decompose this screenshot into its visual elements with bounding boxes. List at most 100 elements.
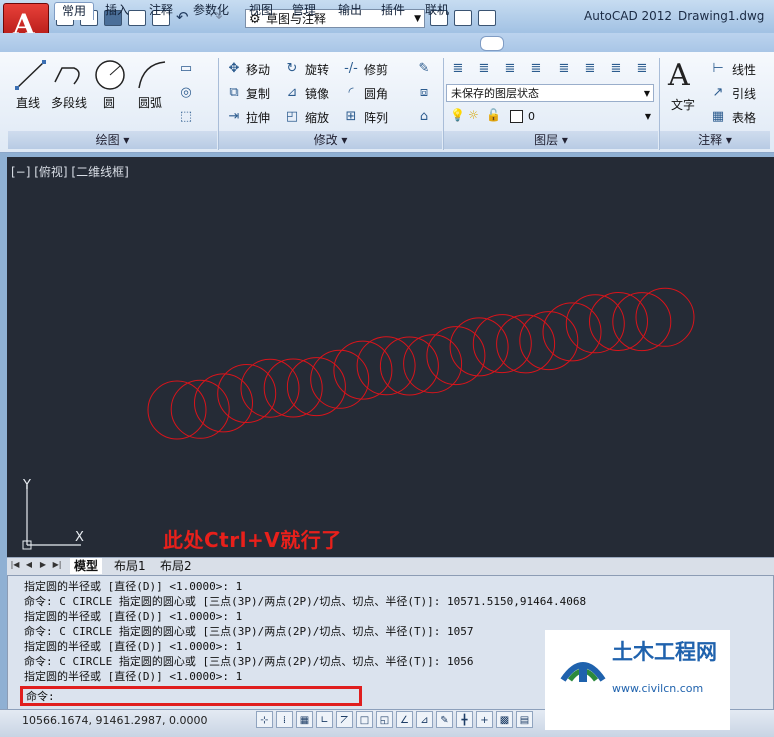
infer-constraints-icon[interactable]: ⊹ [256,711,273,728]
layer-tool-icon[interactable]: ≣ [634,61,650,77]
copy-label[interactable]: 复制 [246,85,270,102]
mirror-icon[interactable]: ⊿ [284,85,300,101]
move-label[interactable]: 移动 [246,61,270,78]
layer-icon[interactable] [454,10,472,26]
layers-panel-title[interactable]: 图层 ▾ [444,131,658,149]
drawn-circle[interactable] [635,287,695,347]
lightbulb-icon[interactable]: 💡 [450,108,465,122]
current-layer-select[interactable]: 0 ▼ [524,108,654,126]
osnap-icon[interactable]: □ [356,711,373,728]
stretch-label[interactable]: 拉伸 [246,109,270,126]
last-layout-icon[interactable]: ▶| [52,559,62,571]
trim-label[interactable]: 修剪 [364,61,388,78]
stretch-icon[interactable]: ⇥ [226,109,242,125]
layer-color-swatch[interactable] [510,110,523,123]
dynamic-input-icon[interactable]: ✎ [436,711,453,728]
layers-panel-label: 图层 [534,133,559,147]
drawn-circle[interactable] [240,358,300,418]
tab-home[interactable]: 常用 [54,2,95,20]
copy-icon[interactable]: ⧉ [226,85,242,101]
array-label[interactable]: 阵列 [364,109,388,126]
tab-model[interactable]: 模型 [70,558,103,574]
sun-icon[interactable]: ☼ [468,108,479,122]
polyline-icon[interactable] [52,58,86,92]
lineweight-icon[interactable]: ╋ [456,711,473,728]
drawn-circle[interactable] [217,364,277,423]
offset-icon[interactable]: ⌂ [416,109,432,125]
scale-icon[interactable]: ◰ [284,109,300,125]
ucs-toggle-icon[interactable]: ⊿ [416,711,433,728]
ribbon-tab-row [0,33,774,53]
drawn-circle[interactable] [612,292,672,352]
layer-tool-icon[interactable]: ≣ [502,61,518,77]
snap-mode-icon[interactable]: ⁞ [276,711,293,728]
rotate-icon[interactable]: ↻ [284,61,300,77]
layer-state-select[interactable]: 未保存的图层状态 ▼ [446,84,654,102]
layer-tool-icon[interactable]: ≣ [528,61,544,77]
tab-layout2[interactable]: 布局2 [156,558,196,574]
fillet-label[interactable]: 圆角 [364,85,388,102]
leader-label[interactable]: 引线 [732,85,756,102]
leader-icon[interactable]: ↗ [710,85,726,101]
tab-annotate[interactable]: 注释 [142,2,180,19]
line-icon[interactable] [14,58,48,92]
tab-output[interactable]: 输出 [331,2,369,19]
move-icon[interactable]: ✥ [226,61,242,77]
draw-panel-title[interactable]: 绘图 ▾ [8,131,217,149]
prev-layout-icon[interactable]: ◀ [24,559,34,571]
hatch-icon[interactable]: ◎ [178,85,194,101]
modify-panel-title[interactable]: 修改 ▾ [219,131,442,149]
grid-icon[interactable]: ▦ [296,711,313,728]
polar-icon[interactable]: ⦢ [336,711,353,728]
scale-label[interactable]: 缩放 [305,109,329,126]
text-label: 文字 [671,98,696,112]
transparency-icon[interactable]: ▩ [496,711,513,728]
tab-insert[interactable]: 插入 [98,2,136,19]
lock-icon[interactable]: 🔓 [486,108,501,122]
linear-label[interactable]: 线性 [732,61,756,78]
drawn-circle[interactable] [286,357,346,417]
annotation-panel-title[interactable]: 注释 ▾ [660,131,770,149]
array-icon[interactable]: ⊞ [343,109,359,125]
otrack-icon[interactable]: ∠ [396,711,413,728]
layer-tool-icon[interactable]: ≣ [556,61,572,77]
tab-view[interactable]: 视图 [242,2,280,19]
tab-manage[interactable]: 管理 [285,2,323,19]
layer-tool-icon[interactable]: ≣ [476,61,492,77]
match-icon[interactable] [478,10,496,26]
3d-osnap-icon[interactable]: ◱ [376,711,393,728]
rectangle-icon[interactable]: ▭ [178,61,194,77]
crosshair-icon[interactable]: + [476,711,493,728]
fillet-icon[interactable]: ◜ [343,85,359,101]
table-icon[interactable]: ▦ [710,109,726,125]
first-layout-icon[interactable]: |◀ [10,559,20,571]
mirror-label[interactable]: 镜像 [305,85,329,102]
arc-icon[interactable] [135,58,169,92]
text-icon[interactable]: A [668,58,690,93]
erase-icon[interactable]: ✎ [416,61,432,77]
drawn-circle[interactable] [333,340,393,400]
drawing-canvas[interactable]: Y X [7,157,774,557]
next-layout-icon[interactable]: ▶ [38,559,48,571]
tab-layout1[interactable]: 布局1 [110,558,150,574]
rotate-label[interactable]: 旋转 [305,61,329,78]
drawn-circle[interactable] [170,379,230,439]
ortho-icon[interactable]: ∟ [316,711,333,728]
ribbon-minimize-button[interactable] [480,36,504,51]
drawn-circle[interactable] [194,373,253,433]
explode-icon[interactable]: ⧈ [416,85,432,101]
command-input-highlight[interactable] [20,686,362,706]
circle-icon[interactable] [93,58,127,92]
tab-parametric[interactable]: 参数化 [186,2,236,19]
trim-icon[interactable]: -/- [343,61,359,77]
linear-dimension-icon[interactable]: ⊢ [710,61,726,77]
layer-properties-icon[interactable]: ≣ [450,61,466,77]
viewport-controls[interactable]: [−] [俯视] [二维线框] [11,163,129,180]
tab-online[interactable]: 联机 [418,2,456,19]
layer-tool-icon[interactable]: ≣ [582,61,598,77]
quick-properties-icon[interactable]: ▤ [516,711,533,728]
layer-tool-icon[interactable]: ≣ [608,61,624,77]
region-icon[interactable]: ⬚ [178,109,194,125]
tab-plugins[interactable]: 插件 [374,2,412,19]
table-label[interactable]: 表格 [732,109,756,126]
